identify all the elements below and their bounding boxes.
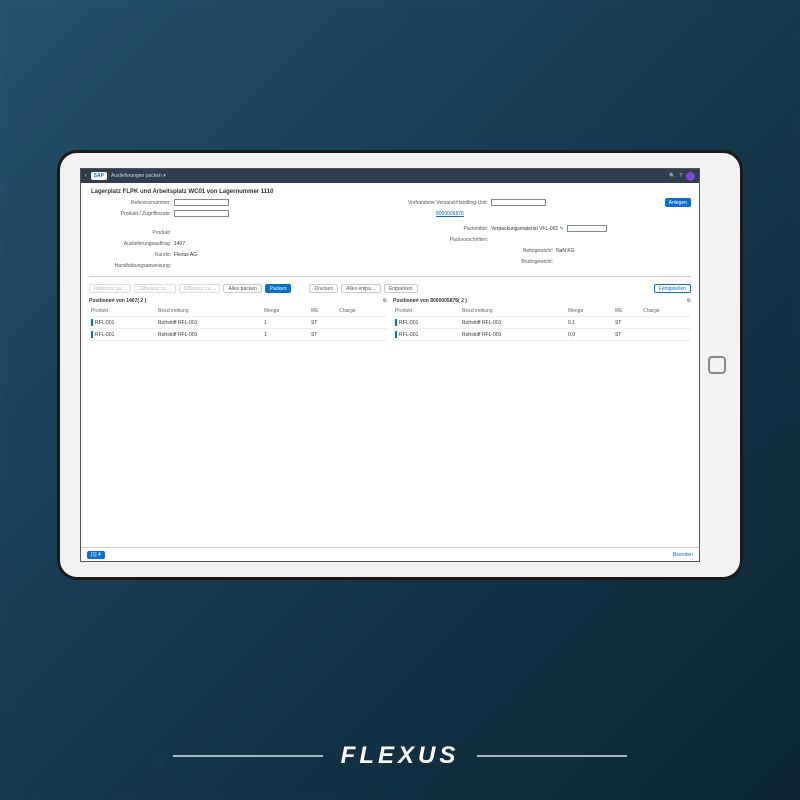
kunde-value: Flexus AG [174, 252, 197, 258]
netto-label: Nettogewicht: [396, 248, 556, 254]
page-title: Lagerplatz FLPK und Arbeitsplatz WC01 vo… [81, 183, 699, 198]
col-menge: Menge [262, 306, 309, 317]
col-beschreibung: Beschreibung [156, 306, 262, 317]
packmittel-label: Packmittel: [396, 226, 491, 232]
tables-section: Positionen von 1407( 2 ) ⚙ Produkt Besch… [81, 296, 699, 341]
edit-packmittel-icon[interactable]: ✎ [558, 226, 564, 232]
table-row[interactable]: RFL-001 Rohstoff RFL-001 1 ST [89, 317, 387, 329]
col-produkt: Produkt [393, 306, 460, 317]
packmittel-extra-input[interactable] [567, 225, 607, 232]
packvor-label: Packvorschriften: [396, 237, 491, 243]
form-section: Referenznummer: Produkt / Zugriffscode: … [81, 198, 699, 272]
prod-code-input[interactable] [174, 210, 229, 217]
btn-drucken[interactable]: Drucken [309, 284, 338, 293]
tablet-frame: ‹ SAP Auslieferungen packen ▾ 🔍 ? Lagerp… [57, 150, 743, 580]
btn-alles-entpa[interactable]: Alles entpa… [341, 284, 381, 293]
brand-bar: FLEXUS [0, 742, 800, 770]
col-produkt: Produkt [89, 306, 156, 317]
form-left-col: Referenznummer: Produkt / Zugriffscode: … [89, 198, 384, 272]
table-left: Positionen von 1407( 2 ) ⚙ Produkt Besch… [89, 296, 387, 341]
produkt-label: Produkt: [89, 230, 174, 236]
vhandling-input[interactable] [491, 199, 546, 206]
btn-entpacken[interactable]: Entpacken [384, 284, 418, 293]
brutto-label: Bruttogewicht: [396, 259, 556, 265]
back-icon[interactable]: ‹ [85, 173, 87, 179]
gear-icon[interactable]: ⚙ [383, 298, 387, 304]
anlegen-button[interactable]: Anlegen [665, 198, 691, 207]
search-icon[interactable]: 🔍 [669, 173, 675, 179]
tablet-home-button[interactable] [708, 356, 726, 374]
btn-packen[interactable]: Packen [265, 284, 292, 293]
table-right-title: Positionen von 8000005876( 2 ) [393, 298, 467, 304]
auftrag-label: Auslieferungsauftrag: [89, 241, 174, 247]
sap-logo: SAP [91, 172, 107, 180]
kunde-label: Kunde: [89, 252, 174, 258]
footer-badge[interactable]: [1] 4 [87, 551, 105, 559]
form-right-col: Vorhandene Versand-Handling-Unit: Anlege… [396, 198, 691, 272]
vhandling-label: Vorhandene Versand-Handling-Unit: [396, 200, 491, 206]
col-menge: Menge [566, 306, 613, 317]
table-row[interactable]: RFL-001 Rohstoff RFL-001 0,9 ST [393, 329, 691, 341]
beenden-link[interactable]: Beenden [673, 552, 693, 558]
table-right: Positionen von 8000005876( 2 ) ⚙ Produkt… [393, 296, 691, 341]
col-charge: Charge [337, 306, 387, 317]
hu-number-link[interactable]: 8000005876 [436, 211, 464, 217]
action-bar: Referenz pa… Differenz zu… Differenz zu…… [81, 281, 699, 296]
ref-input[interactable] [174, 199, 229, 206]
header-title[interactable]: Auslieferungen packen ▾ [111, 173, 665, 179]
packmittel-value: Verpackungsmaterial VFL-001 [491, 226, 558, 232]
auftrag-value: 1407 [174, 241, 185, 247]
table-row[interactable]: RFL-001 Rohstoff RFL-001 0,1 ST [393, 317, 691, 329]
brand-logo: FLEXUS [341, 742, 460, 770]
tablet-screen: ‹ SAP Auslieferungen packen ▾ 🔍 ? Lagerp… [80, 168, 700, 562]
btn-ref-pa[interactable]: Referenz pa… [89, 284, 131, 293]
netto-value: NaN KG [556, 248, 575, 254]
prod-code-label: Produkt / Zugriffscode: [89, 211, 174, 217]
col-charge: Charge [641, 306, 691, 317]
btn-diff-1[interactable]: Differenz zu… [134, 284, 176, 293]
help-icon[interactable]: ? [679, 173, 682, 179]
col-me: ME [309, 306, 337, 317]
avatar[interactable] [686, 172, 695, 181]
hand-label: Handhabungsanweisung: [89, 263, 174, 269]
gear-icon[interactable]: ⚙ [687, 298, 691, 304]
btn-diff-2[interactable]: Differenz zu… [179, 284, 221, 293]
app-header: ‹ SAP Auslieferungen packen ▾ 🔍 ? [81, 169, 699, 183]
ref-label: Referenznummer: [89, 200, 174, 206]
main-panel: Lagerplatz FLPK und Arbeitsplatz WC01 vo… [81, 183, 699, 561]
table-row[interactable]: RFL-001 Rohstoff RFL-001 1 ST [89, 329, 387, 341]
btn-fertigstellen[interactable]: Fertigstellen [654, 284, 691, 293]
col-me: ME [613, 306, 641, 317]
footer-bar: [1] 4 Beenden [81, 547, 699, 561]
table-left-title: Positionen von 1407( 2 ) [89, 298, 146, 304]
col-beschreibung: Beschreibung [460, 306, 566, 317]
btn-alle-packen[interactable]: Alles packen [223, 284, 261, 293]
